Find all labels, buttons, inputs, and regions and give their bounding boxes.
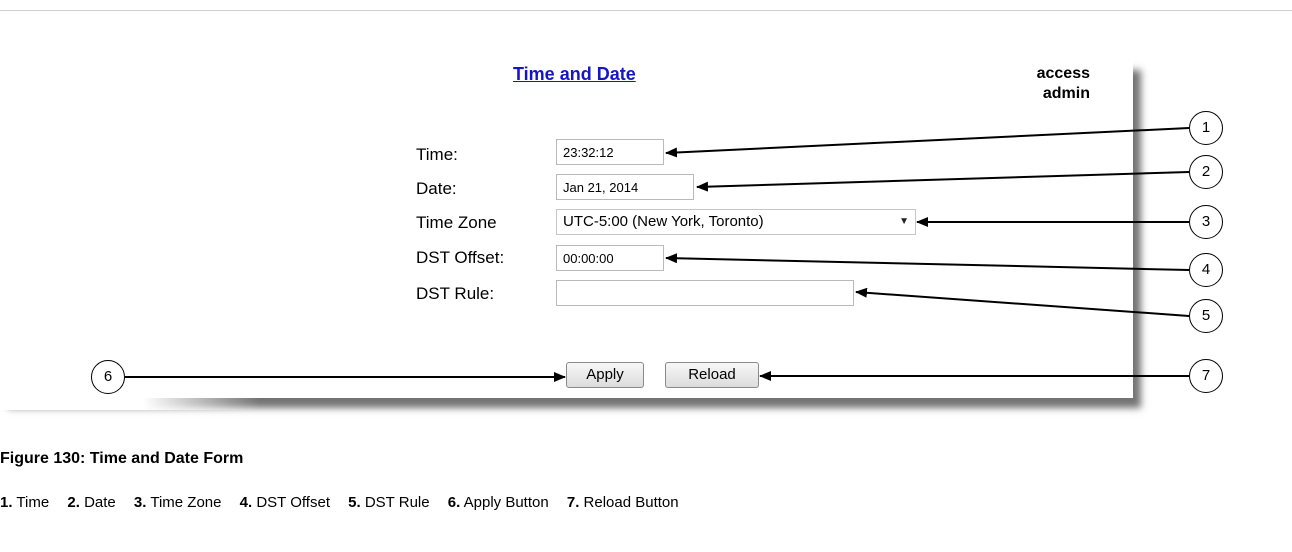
callout-4: 4 [1189, 253, 1223, 287]
callout-1: 1 [1189, 111, 1223, 145]
legend-item: 3. Time Zone [133, 494, 222, 511]
callout-line-4 [665, 253, 1190, 271]
legend-item: 5. DST Rule [348, 494, 430, 511]
callout-2: 2 [1189, 155, 1223, 189]
callout-line-1 [665, 127, 1190, 158]
callout-5: 5 [1189, 299, 1223, 333]
figure-legend: 1. Time 2. Date 3. Time Zone 4. DST Offs… [0, 494, 693, 511]
figure-caption: Figure 130: Time and Date Form [0, 450, 244, 467]
callout-7: 7 [1189, 359, 1223, 393]
callout-arrows [125, 127, 1190, 382]
callout-3: 3 [1189, 205, 1223, 239]
callout-line-5 [855, 287, 1190, 317]
callout-line-2 [696, 171, 1190, 192]
legend-item: 7. Reload Button [566, 494, 679, 511]
legend-item: 6. Apply Button [447, 494, 549, 511]
legend-item: 2. Date [67, 494, 116, 511]
legend-item: 4. DST Offset [239, 494, 330, 511]
callout-6: 6 [91, 360, 125, 394]
legend-item: 1. Time [0, 494, 50, 511]
